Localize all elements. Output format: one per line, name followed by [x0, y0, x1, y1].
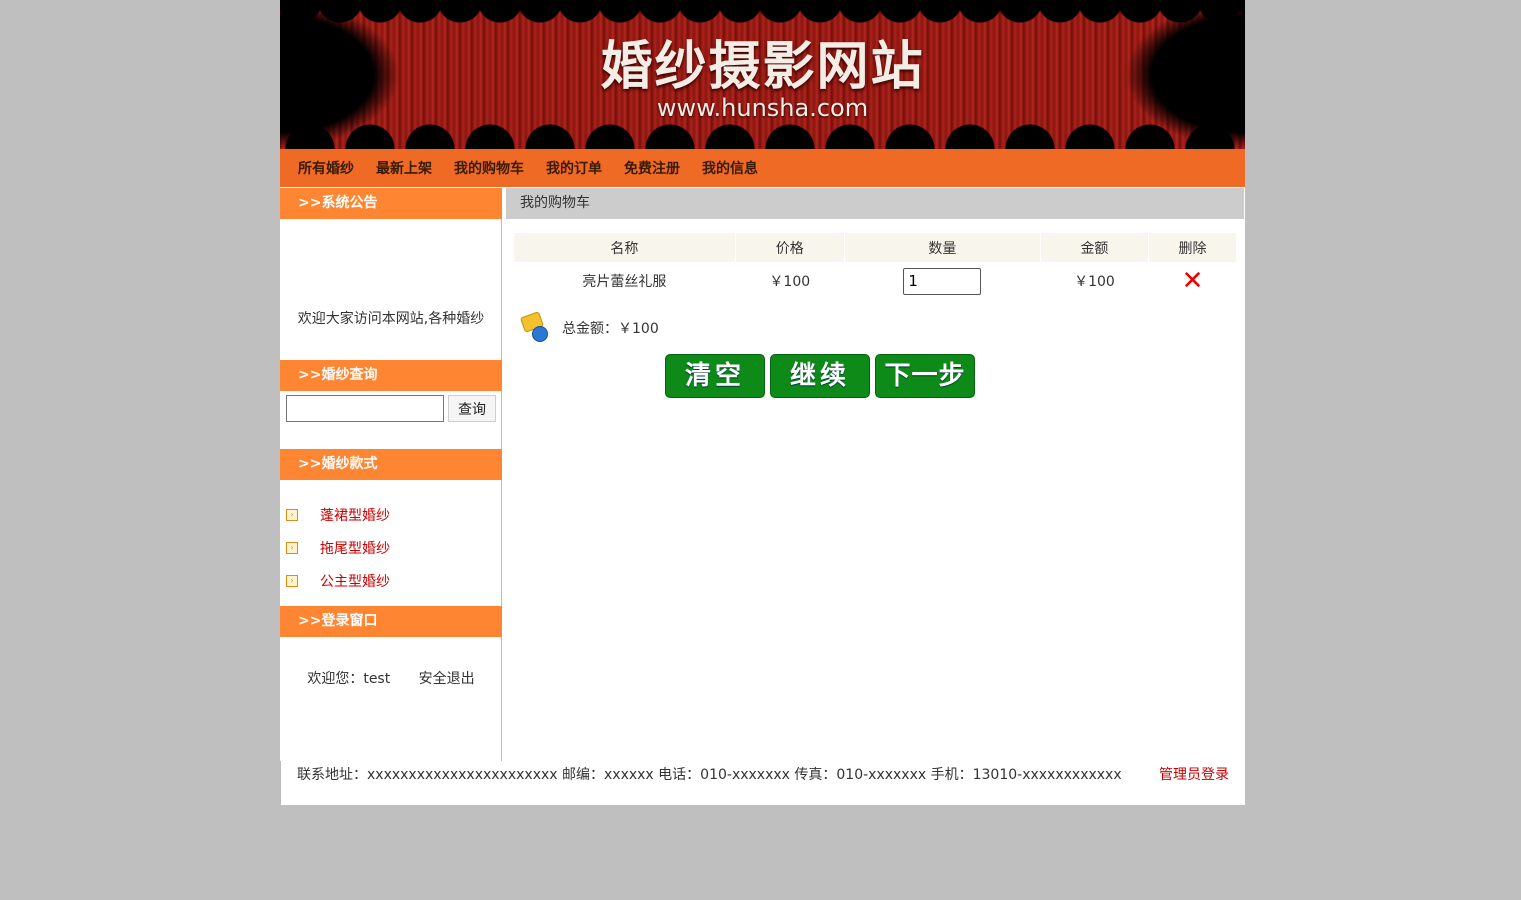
search-header: >>婚纱查询 — [280, 360, 502, 391]
main-nav: 所有婚纱 最新上架 我的购物车 我的订单 免费注册 我的信息 — [280, 149, 1245, 187]
category-item: › 拖尾型婚纱 — [286, 531, 496, 564]
item-name: 亮片蕾丝礼服 — [582, 274, 667, 290]
notice-header: >>系统公告 — [280, 188, 502, 219]
sidebar: >>系统公告 欢迎大家访问本网站,各种婚纱 >>婚纱查询 查询 >>婚纱款式 ›… — [280, 188, 502, 761]
category-header: >>婚纱款式 — [280, 449, 502, 480]
total-amount: 总金额：￥100 — [562, 321, 659, 337]
search-button[interactable]: 查询 — [448, 395, 496, 422]
site-banner: 婚纱摄影网站 www.hunsha.com — [280, 0, 1245, 149]
login-header: >>登录窗口 — [280, 606, 502, 637]
category-item: › 公主型婚纱 — [286, 564, 496, 597]
total-row: 总金额：￥100 — [519, 304, 659, 342]
nav-my-info[interactable]: 我的信息 — [702, 158, 758, 178]
table-row: 亮片蕾丝礼服 ￥100 ￥100 ✕ — [514, 262, 1236, 300]
category-list: › 蓬裙型婚纱 › 拖尾型婚纱 › 公主型婚纱 — [286, 498, 496, 597]
category-link[interactable]: 蓬裙型婚纱 — [320, 505, 390, 525]
category-link[interactable]: 拖尾型婚纱 — [320, 538, 390, 558]
cart-actions: 清空 继续 下一步 — [665, 354, 980, 398]
item-qty-cell — [845, 262, 1040, 300]
payment-icon — [519, 311, 548, 342]
item-delete-cell: ✕ — [1149, 262, 1236, 300]
col-name: 名称 — [514, 233, 735, 262]
login-status: 欢迎您：test 安全退出 — [280, 668, 502, 688]
site-url: www.hunsha.com — [656, 94, 869, 122]
arrow-right-icon: › — [286, 574, 298, 587]
next-step-button[interactable]: 下一步 — [875, 354, 975, 398]
item-price: ￥100 — [769, 274, 811, 290]
category-link[interactable]: 公主型婚纱 — [320, 571, 390, 591]
welcome-text: 欢迎您：test — [307, 671, 391, 687]
cart-table: 名称 价格 数量 金额 删除 亮片蕾丝礼服 ￥100 ￥100 ✕ — [513, 233, 1237, 300]
nav-my-orders[interactable]: 我的订单 — [546, 158, 602, 178]
footer: 联系地址：xxxxxxxxxxxxxxxxxxxxxxx 邮编：xxxxxx 电… — [280, 761, 1245, 805]
notice-text: 欢迎大家访问本网站,各种婚纱 — [297, 311, 485, 327]
col-price: 价格 — [735, 233, 844, 262]
table-header-row: 名称 价格 数量 金额 删除 — [514, 233, 1236, 262]
category-item: › 蓬裙型婚纱 — [286, 498, 496, 531]
search-input[interactable] — [286, 395, 444, 422]
main-content: 我的购物车 名称 价格 数量 金额 删除 亮片蕾丝礼服 ￥100 1 ￥100 … — [506, 188, 1244, 761]
nav-new-arrivals[interactable]: 最新上架 — [376, 158, 432, 178]
nav-register[interactable]: 免费注册 — [624, 158, 680, 178]
page-title: 我的购物车 — [506, 188, 1244, 219]
clear-cart-button[interactable]: 清空 — [665, 354, 765, 398]
site-title: 婚纱摄影网站 — [600, 37, 925, 97]
logout-link[interactable]: 安全退出 — [419, 671, 475, 687]
admin-login-link[interactable]: 管理员登录 — [1159, 764, 1229, 784]
arrow-right-icon: › — [286, 541, 298, 554]
nav-all-dresses[interactable]: 所有婚纱 — [298, 158, 354, 178]
col-qty: 数量 — [844, 233, 1040, 262]
quantity-input[interactable] — [903, 267, 982, 295]
arrow-right-icon: › — [286, 508, 298, 521]
delete-icon[interactable]: ✕ — [1182, 266, 1204, 296]
contact-info: 联系地址：xxxxxxxxxxxxxxxxxxxxxxx 邮编：xxxxxx 电… — [297, 767, 1122, 783]
col-amount: 金额 — [1040, 233, 1148, 262]
item-amount: ￥100 — [1074, 274, 1115, 290]
page-container: 婚纱摄影网站 www.hunsha.com 所有婚纱 最新上架 我的购物车 我的… — [280, 0, 1245, 805]
nav-my-cart[interactable]: 我的购物车 — [454, 158, 524, 178]
col-delete: 删除 — [1148, 233, 1236, 262]
continue-shopping-button[interactable]: 继续 — [770, 354, 870, 398]
